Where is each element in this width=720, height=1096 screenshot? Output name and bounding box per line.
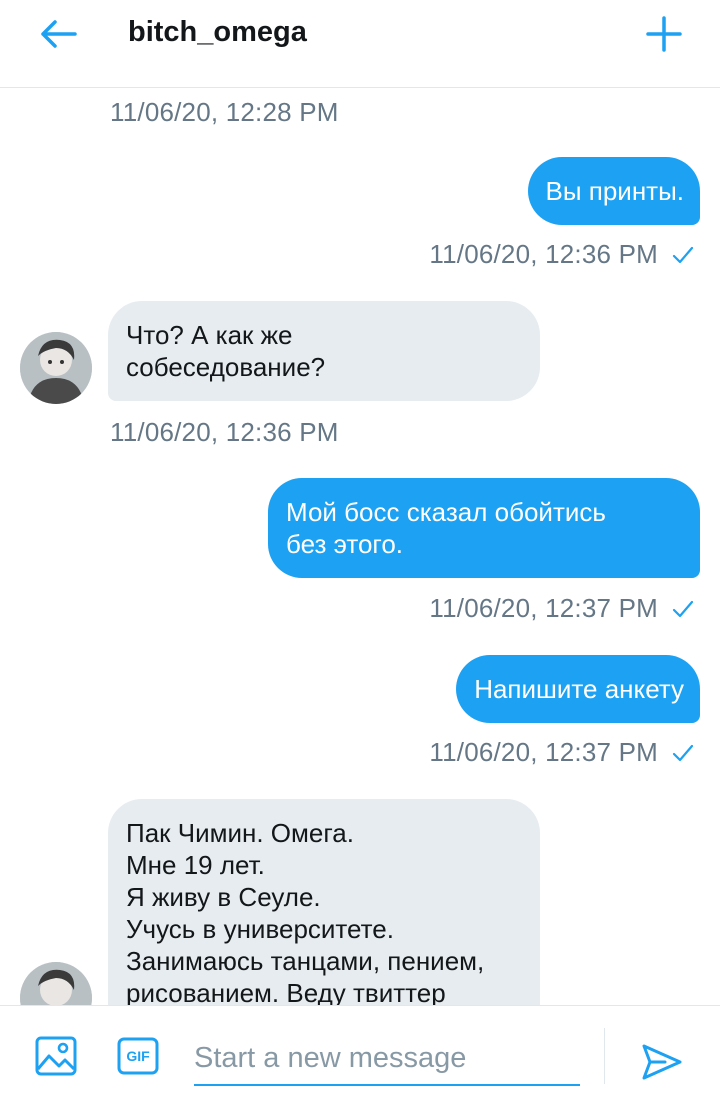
message-text: Учусь в университете.: [126, 914, 394, 944]
message-composer: GIF: [0, 1005, 720, 1096]
message-text: Напишите анкету: [474, 674, 684, 704]
gif-label: GIF: [126, 1048, 150, 1064]
message-text: Занимаюсь танцами, пением,: [126, 946, 485, 976]
message-thread[interactable]: 11/06/20, 12:28 PM Вы принты. 11/06/20, …: [0, 89, 720, 1005]
message-meta: 11/06/20, 12:37 PM: [429, 737, 694, 768]
message-timestamp: 11/06/20, 12:28 PM: [110, 97, 339, 127]
message-timestamp: 11/06/20, 12:37 PM: [429, 593, 658, 623]
outgoing-message[interactable]: Напишите анкету: [456, 655, 700, 723]
outgoing-message[interactable]: Мой босс сказал обойтись без этого.: [268, 478, 700, 578]
message-timestamp: 11/06/20, 12:36 PM: [110, 417, 339, 447]
checkmark-icon: [672, 744, 694, 762]
message-text: Пак Чимин. Омега.: [126, 818, 354, 848]
message-text: Мой босс сказал обойтись: [286, 497, 606, 527]
back-button[interactable]: [36, 14, 80, 54]
image-icon: [35, 1036, 77, 1076]
message-text: собеседование?: [126, 352, 326, 382]
message-text: Что? А как же: [126, 320, 293, 350]
checkmark-icon: [672, 600, 694, 618]
message-text: Мне 19 лет.: [126, 850, 265, 880]
checkmark-icon: [672, 246, 694, 264]
message-text: Вы принты.: [545, 176, 685, 206]
incoming-message[interactable]: Пак Чимин. Омега. Мне 19 лет. Я живу в С…: [108, 799, 540, 1005]
plus-icon: [646, 16, 682, 52]
message-text: Я живу в Сеуле.: [126, 882, 321, 912]
avatar[interactable]: [20, 332, 92, 404]
message-timestamp: 11/06/20, 12:36 PM: [429, 239, 658, 269]
arrow-left-icon: [41, 20, 77, 48]
new-message-button[interactable]: [640, 10, 688, 58]
message-text: без этого.: [286, 529, 403, 559]
add-media-button[interactable]: [34, 1034, 78, 1078]
composer-divider: [604, 1028, 605, 1084]
send-icon: [642, 1044, 682, 1080]
conversation-header: bitch_omega: [0, 0, 720, 88]
avatar[interactable]: [20, 962, 92, 1005]
message-timestamp: 11/06/20, 12:37 PM: [429, 737, 658, 767]
avatar-image: [20, 332, 92, 404]
conversation-title[interactable]: bitch_omega: [128, 16, 307, 49]
message-input[interactable]: [194, 1036, 580, 1086]
message-meta: 11/06/20, 12:37 PM: [429, 593, 694, 624]
avatar-image: [20, 962, 92, 1005]
incoming-message[interactable]: Что? А как же собеседование?: [108, 301, 540, 401]
message-meta: 11/06/20, 12:36 PM: [429, 239, 694, 270]
message-text: рисованием. Веду твиттер: [126, 978, 446, 1005]
send-button[interactable]: [638, 1038, 686, 1086]
outgoing-message[interactable]: Вы принты.: [527, 157, 700, 225]
add-gif-button[interactable]: GIF: [116, 1034, 160, 1078]
